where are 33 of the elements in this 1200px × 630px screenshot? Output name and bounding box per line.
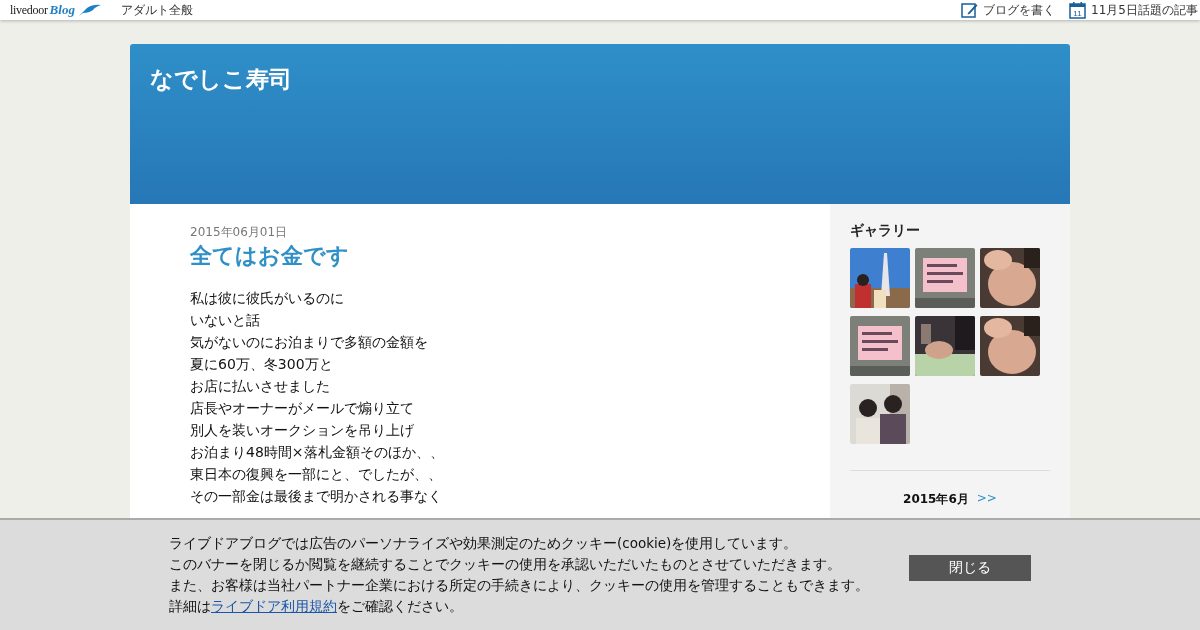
gallery-thumbnail[interactable] [915,248,975,308]
body-text-line: 気がないのにお泊まりで多額の金額を [190,333,429,352]
top-bar-link[interactable]: 11 11月5日話題の記事 [1069,1,1198,19]
category-link[interactable]: アダルト全般 [120,1,193,19]
close-button[interactable]: 閉じる [909,555,1031,581]
banner-text: また、お客様は当社パートナー企業における所定の手続きにより、クッキーの使用を管理することもできます。 [169,576,869,595]
terms-link[interactable]: ライブドア利用規約 [211,598,337,614]
banner-text: ライブドアブログでは広告のパーソナライズや効果測定のためクッキー(cookie)を使用しています。 [169,534,799,553]
gallery-heading: ギャラリー [850,222,921,240]
body-text-line: 別人を装いオークションを吊り上げ [190,421,415,440]
gallery-thumbnail[interactable] [980,248,1040,308]
gallery-thumbnail[interactable] [915,316,975,376]
livedoor-blog-logo[interactable]: livedoorBlog [10,2,101,18]
banner-text: 詳細はライブドア利用規約をご確認ください。 [169,597,464,616]
body-text-line: その一部金は最後まで明かされる事なく [190,487,443,506]
blog-title[interactable]: なでしこ寿司 [150,66,292,92]
gallery-thumbnail[interactable] [980,316,1040,376]
body-text-line: 夏に60万、冬300万と [190,355,334,374]
calendar-icon: 11 [1069,1,1087,19]
top-bar-link[interactable]: ブログを書く [961,1,1056,19]
body-text-line: いないと話 [190,311,261,330]
gallery-thumbnail[interactable] [850,384,910,444]
body-text-line: 店長やオーナーがメールで煽り立て [190,399,415,418]
article-title[interactable]: 全てはお金です [190,241,830,271]
gallery-thumbnail[interactable] [850,248,910,308]
article-date: 2015年06月01日 [190,224,289,241]
body-text-line: お店に払いさせました [190,377,331,396]
calendar-month: 2015年6月 [903,491,969,508]
body-text-line: 私は彼に彼氏がいるのに [190,289,345,308]
banner-text: このバナーを閉じるか閲覧を継続することでクッキーの使用を承認いただいたものとさせていただきます。 [169,555,842,574]
gallery-thumbnail[interactable] [850,316,910,376]
body-text-line: お泊まり48時間×落札金額そのほか、、 [190,443,445,462]
body-text-line: 東日本の復興を一部にと、でしたが、、 [190,465,443,484]
